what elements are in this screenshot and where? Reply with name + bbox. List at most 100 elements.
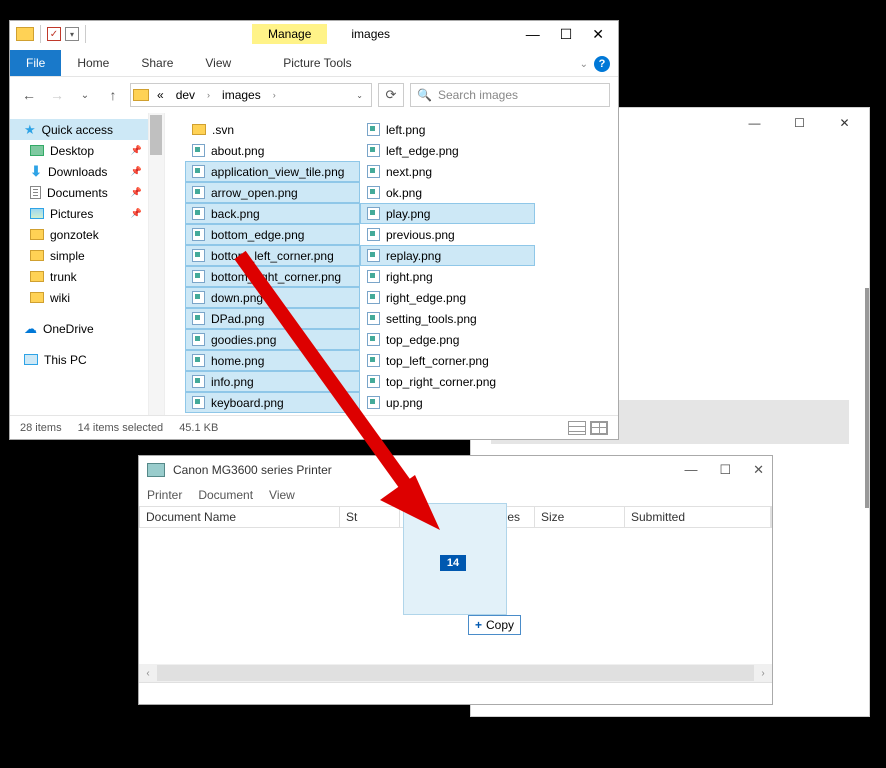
ribbon-collapse-icon[interactable]: ⌄ xyxy=(580,59,588,70)
close-button[interactable]: ✕ xyxy=(753,462,764,478)
file-item[interactable]: replay.png xyxy=(360,245,535,266)
file-item[interactable]: about.png xyxy=(185,140,360,161)
file-item[interactable]: application_view_tile.png xyxy=(185,161,360,182)
image-file-icon xyxy=(192,291,205,304)
col-document-name[interactable]: Document Name xyxy=(140,507,340,527)
file-name: bottom_left_corner.png xyxy=(211,249,334,263)
file-item[interactable]: bottom_left_corner.png xyxy=(185,245,360,266)
qat-dropdown-icon[interactable]: ▾ xyxy=(65,27,79,41)
scroll-left-icon[interactable]: ‹ xyxy=(139,664,157,682)
minimize-button[interactable]: — xyxy=(526,26,540,43)
close-button[interactable]: ✕ xyxy=(592,26,604,43)
col-size[interactable]: Size xyxy=(535,507,625,527)
menu-document[interactable]: Document xyxy=(198,488,253,502)
recent-dropdown[interactable]: ⌄ xyxy=(74,84,96,106)
file-item[interactable]: DPad.png xyxy=(185,308,360,329)
file-item[interactable]: home.png xyxy=(185,350,360,371)
file-item[interactable]: left_edge.png xyxy=(360,140,535,161)
tree-scrollbar[interactable] xyxy=(148,113,164,415)
file-item[interactable]: arrow_open.png xyxy=(185,182,360,203)
qat-properties-icon[interactable]: ✓ xyxy=(47,27,61,41)
share-tab[interactable]: Share xyxy=(125,50,189,76)
file-list[interactable]: .svnabout.pngapplication_view_tile.pngar… xyxy=(165,113,618,415)
help-icon[interactable]: ? xyxy=(594,56,610,72)
search-input[interactable]: 🔍 Search images xyxy=(410,83,610,107)
tree-thispc[interactable]: This PC xyxy=(10,349,164,370)
menu-printer[interactable]: Printer xyxy=(147,488,182,502)
address-bar[interactable]: « dev › images › ⌄ xyxy=(130,83,372,107)
tree-pictures[interactable]: Pictures📌 xyxy=(10,203,164,224)
minimize-button[interactable]: — xyxy=(684,462,697,478)
refresh-button[interactable]: ⟳ xyxy=(378,83,404,107)
back-button[interactable]: ← xyxy=(18,84,40,106)
explorer-titlebar[interactable]: ✓ ▾ Manage images — ☐ ✕ xyxy=(10,21,618,47)
tree-documents[interactable]: Documents📌 xyxy=(10,182,164,203)
file-item[interactable]: top_edge.png xyxy=(360,329,535,350)
file-item[interactable]: bottom_right_corner.png xyxy=(185,266,360,287)
file-item[interactable]: back.png xyxy=(185,203,360,224)
file-item[interactable]: right_edge.png xyxy=(360,287,535,308)
queue-hscroll[interactable]: ‹ › xyxy=(139,664,772,682)
col-status[interactable]: St xyxy=(340,507,400,527)
menu-view[interactable]: View xyxy=(269,488,295,502)
file-item[interactable]: bottom_edge.png xyxy=(185,224,360,245)
tree-simple[interactable]: simple xyxy=(10,245,164,266)
file-item[interactable]: .svn xyxy=(185,119,360,140)
file-item[interactable]: setting_tools.png xyxy=(360,308,535,329)
image-file-icon xyxy=(367,144,380,157)
tree-gonzotek[interactable]: gonzotek xyxy=(10,224,164,245)
file-name: up.png xyxy=(386,396,423,410)
tree-quick-access[interactable]: ★Quick access xyxy=(10,119,164,140)
scroll-right-icon[interactable]: › xyxy=(754,664,772,682)
tree-desktop[interactable]: Desktop📌 xyxy=(10,140,164,161)
file-item[interactable]: top_right_corner.png xyxy=(360,371,535,392)
file-name: right.png xyxy=(386,270,433,284)
view-large-icon[interactable] xyxy=(590,421,608,435)
file-item[interactable]: info.png xyxy=(185,371,360,392)
breadcrumb-dev[interactable]: dev xyxy=(172,88,199,102)
up-button[interactable]: ↑ xyxy=(102,84,124,106)
file-item[interactable]: left.png xyxy=(360,119,535,140)
tree-trunk[interactable]: trunk xyxy=(10,266,164,287)
explorer-body: ★Quick access Desktop📌 ⬇Downloads📌 Docum… xyxy=(10,113,618,415)
file-item[interactable]: goodies.png xyxy=(185,329,360,350)
view-tab[interactable]: View xyxy=(189,50,247,76)
maximize-button[interactable]: ☐ xyxy=(560,26,573,43)
nav-tree: ★Quick access Desktop📌 ⬇Downloads📌 Docum… xyxy=(10,113,165,415)
picture-tools-tab[interactable]: Picture Tools xyxy=(267,50,367,76)
tree-downloads[interactable]: ⬇Downloads📌 xyxy=(10,161,164,182)
file-name: right_edge.png xyxy=(386,291,466,305)
folder-icon xyxy=(30,271,44,282)
address-dropdown-icon[interactable]: ⌄ xyxy=(356,91,363,100)
queue-titlebar[interactable]: Canon MG3600 series Printer — ☐ ✕ xyxy=(139,456,772,484)
view-details-icon[interactable] xyxy=(568,421,586,435)
col-submitted[interactable]: Submitted xyxy=(625,507,771,527)
file-tab[interactable]: File xyxy=(10,50,61,76)
folder-icon xyxy=(192,124,206,135)
file-item[interactable]: previous.png xyxy=(360,224,535,245)
forward-button[interactable]: → xyxy=(46,84,68,106)
home-tab[interactable]: Home xyxy=(61,50,125,76)
file-item[interactable]: right.png xyxy=(360,266,535,287)
image-file-icon xyxy=(367,249,380,262)
file-item[interactable]: down.png xyxy=(185,287,360,308)
maximize-button[interactable]: ☐ xyxy=(777,109,822,137)
breadcrumb-images[interactable]: images xyxy=(218,88,265,102)
queue-title: Canon MG3600 series Printer xyxy=(173,463,332,477)
file-item[interactable]: up.png xyxy=(360,392,535,413)
file-item[interactable]: keyboard.png xyxy=(185,392,360,413)
file-item[interactable]: top_left_corner.png xyxy=(360,350,535,371)
tree-onedrive[interactable]: ☁OneDrive xyxy=(10,318,164,339)
minimize-button[interactable]: — xyxy=(732,109,777,137)
close-button[interactable]: ✕ xyxy=(822,109,867,137)
tree-wiki[interactable]: wiki xyxy=(10,287,164,308)
file-name: replay.png xyxy=(386,249,441,263)
maximize-button[interactable]: ☐ xyxy=(719,462,731,478)
file-item[interactable]: ok.png xyxy=(360,182,535,203)
scrollbar[interactable] xyxy=(865,288,869,508)
folder-icon xyxy=(30,229,44,240)
breadcrumb-root[interactable]: « xyxy=(153,88,168,102)
breadcrumb-sep-icon: › xyxy=(203,90,214,100)
file-item[interactable]: next.png xyxy=(360,161,535,182)
file-item[interactable]: play.png xyxy=(360,203,535,224)
